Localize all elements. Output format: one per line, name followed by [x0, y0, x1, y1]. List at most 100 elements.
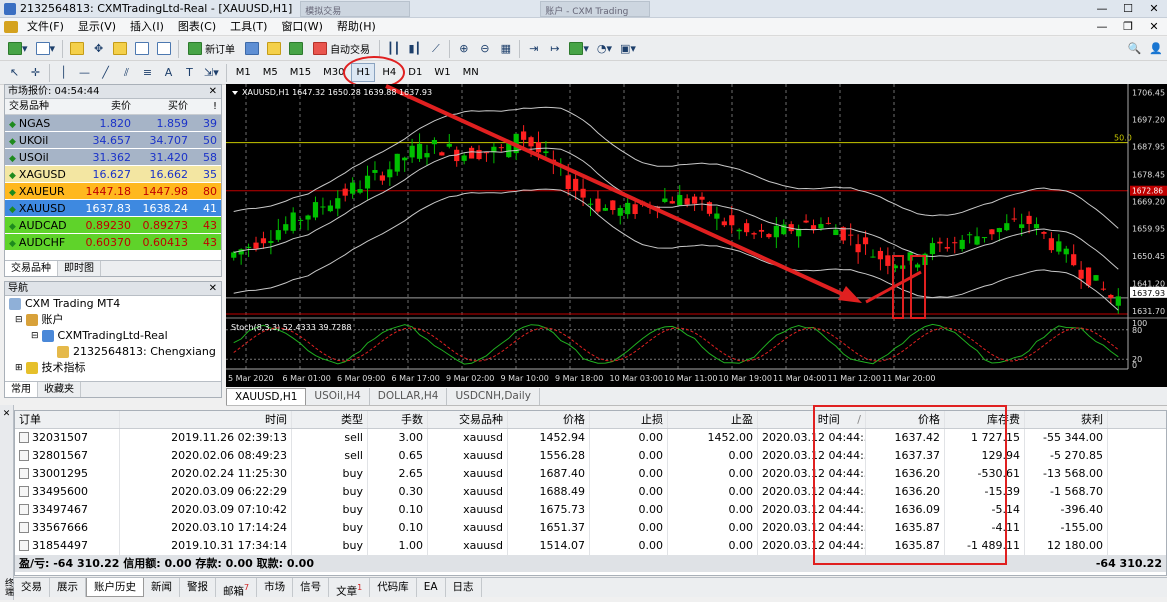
tile-windows-icon[interactable]: ▦: [496, 39, 515, 58]
fibonacci-icon[interactable]: ≡: [138, 63, 157, 82]
navigator-close-icon[interactable]: ✕: [209, 282, 217, 296]
child-restore-icon[interactable]: ❐: [1115, 19, 1141, 35]
chart-canvas[interactable]: 1706.45 1697.20 1687.95 1678.45 1669.20 1659.…: [226, 84, 1167, 387]
nav-accounts[interactable]: ⊟ 账户: [5, 312, 221, 328]
tab-journal[interactable]: 日志: [446, 578, 482, 597]
terminal-icon[interactable]: [132, 39, 152, 58]
header-symbol[interactable]: 交易品种: [428, 411, 508, 428]
timeframe-m15[interactable]: M15: [285, 63, 316, 82]
background-tab-2[interactable]: 账户 - CXM Trading: [540, 0, 651, 17]
header-bid[interactable]: 卖价: [77, 99, 134, 114]
arrows-icon[interactable]: ⇲▾: [201, 63, 222, 82]
tab-experts[interactable]: EA: [417, 578, 446, 597]
auto-trading-button[interactable]: 自动交易: [308, 39, 375, 58]
market-watch-row[interactable]: ◆ UKOil 34.657 34.707 50: [5, 132, 221, 149]
tab-tick-chart[interactable]: 即时图: [58, 261, 101, 276]
menu-charts[interactable]: 图表(C): [171, 18, 223, 36]
strategy-tester-icon[interactable]: [154, 39, 174, 58]
profiles-icon[interactable]: ▾: [33, 39, 59, 58]
nav-broker[interactable]: CXM Trading MT4: [5, 296, 221, 312]
crosshair-icon[interactable]: ✛: [26, 63, 45, 82]
chart-tab-xauusd[interactable]: XAUUSD,H1: [226, 388, 307, 405]
chart-menu-icon[interactable]: [4, 20, 18, 33]
nav-indicators[interactable]: ⊞ 技术指标: [5, 360, 221, 376]
tab-account-history[interactable]: 账户历史: [86, 578, 144, 597]
header-lots[interactable]: 手数: [368, 411, 428, 428]
menu-view[interactable]: 显示(V): [71, 18, 123, 36]
chart-tab-usoil[interactable]: USOil,H4: [306, 388, 370, 405]
chart-tab-usdcnh[interactable]: USDCNH,Daily: [447, 388, 540, 405]
child-minimize-icon[interactable]: —: [1089, 19, 1115, 35]
menu-help[interactable]: 帮助(H): [330, 18, 383, 36]
label-icon[interactable]: T: [180, 63, 199, 82]
nav-account[interactable]: 2132564813: Chengxiang: [5, 344, 221, 360]
tab-favorites[interactable]: 收藏夹: [38, 382, 81, 397]
market-watch-row[interactable]: ◆ AUDCAD 0.89230 0.89273 43: [5, 217, 221, 234]
tab-symbols[interactable]: 交易品种: [5, 261, 58, 276]
menu-insert[interactable]: 插入(I): [123, 18, 171, 36]
community-icon[interactable]: 👤: [1146, 39, 1166, 58]
candlestick-icon[interactable]: ▮┃: [405, 39, 424, 58]
horizontal-line-icon[interactable]: —: [75, 63, 94, 82]
tab-trade[interactable]: 交易: [14, 578, 50, 597]
header-open-time[interactable]: 时间: [120, 411, 292, 428]
trendline-icon[interactable]: ╱: [96, 63, 115, 82]
header-spread[interactable]: !: [191, 99, 221, 114]
menu-tools[interactable]: 工具(T): [223, 18, 274, 36]
timeframe-mn[interactable]: MN: [458, 63, 484, 82]
templates-icon[interactable]: ▣▾: [617, 39, 639, 58]
tab-mailbox[interactable]: 邮箱7: [216, 578, 258, 598]
tab-signals[interactable]: 信号: [293, 578, 330, 597]
navigator-icon[interactable]: [110, 39, 130, 58]
close-icon[interactable]: ✕: [1141, 1, 1167, 17]
tab-articles[interactable]: 文章1: [329, 578, 371, 598]
market-watch-icon[interactable]: [67, 39, 87, 58]
nav-server[interactable]: ⊟ CXMTradingLtd-Real: [5, 328, 221, 344]
timeframe-m5[interactable]: M5: [258, 63, 283, 82]
bar-chart-icon[interactable]: ┃┃: [384, 39, 403, 58]
header-profit[interactable]: 获利: [1025, 411, 1108, 428]
price-chart[interactable]: 1706.45 1697.20 1687.95 1678.45 1669.20 1659.…: [226, 84, 1167, 387]
header-take-profit[interactable]: 止盈: [668, 411, 758, 428]
new-order-button[interactable]: 新订单: [183, 39, 240, 58]
search-icon[interactable]: 🔍: [1125, 39, 1145, 58]
market-watch-row[interactable]: ◆ NGAS 1.820 1.859 39: [5, 115, 221, 132]
channel-icon[interactable]: ⫽: [117, 63, 136, 82]
header-open-price[interactable]: 价格: [508, 411, 590, 428]
tab-news[interactable]: 新闻: [144, 578, 180, 597]
timeframe-m1[interactable]: M1: [231, 63, 256, 82]
auto-scroll-icon[interactable]: ↦: [545, 39, 564, 58]
timeframe-w1[interactable]: W1: [429, 63, 455, 82]
header-order[interactable]: 订单: [15, 411, 120, 428]
tab-market[interactable]: 市场: [257, 578, 294, 597]
market-watch-row[interactable]: ◆ XAUUSD 1637.83 1638.24 41: [5, 200, 221, 217]
data-window-icon[interactable]: ✥: [89, 39, 108, 58]
terminal-close-icon[interactable]: ✕: [0, 409, 13, 419]
signals-icon[interactable]: [264, 39, 284, 58]
minimize-icon[interactable]: —: [1089, 1, 1115, 17]
panel-close-icon[interactable]: ✕: [209, 85, 217, 99]
chart-tab-dollar[interactable]: DOLLAR,H4: [370, 388, 448, 405]
maximize-icon[interactable]: ☐: [1115, 1, 1141, 17]
zoom-out-icon[interactable]: ⊖: [475, 39, 494, 58]
market-watch-row[interactable]: ◆ XAUEUR 1447.18 1447.98 80: [5, 183, 221, 200]
vertical-line-icon[interactable]: │: [54, 63, 73, 82]
indicators-icon[interactable]: ▾: [566, 39, 592, 58]
tab-exposure[interactable]: 展示: [50, 578, 86, 597]
text-icon[interactable]: A: [159, 63, 178, 82]
line-chart-icon[interactable]: ⟋: [426, 39, 445, 58]
header-stop-loss[interactable]: 止损: [590, 411, 668, 428]
menu-window[interactable]: 窗口(W): [274, 18, 329, 36]
tab-code-base[interactable]: 代码库: [370, 578, 417, 597]
cursor-icon[interactable]: ↖: [5, 63, 24, 82]
chart-shift-icon[interactable]: ⇥: [524, 39, 543, 58]
zoom-in-icon[interactable]: ⊕: [454, 39, 473, 58]
timeframe-d1[interactable]: D1: [403, 63, 427, 82]
tab-common[interactable]: 常用: [5, 382, 38, 397]
market-watch-row[interactable]: ◆ XAGUSD 16.627 16.662 35: [5, 166, 221, 183]
market-icon[interactable]: [286, 39, 306, 58]
header-type[interactable]: 类型: [292, 411, 368, 428]
header-ask[interactable]: 买价: [134, 99, 191, 114]
market-watch-row[interactable]: ◆ USOil 31.362 31.420 58: [5, 149, 221, 166]
new-chart-icon[interactable]: ▾: [5, 39, 31, 58]
